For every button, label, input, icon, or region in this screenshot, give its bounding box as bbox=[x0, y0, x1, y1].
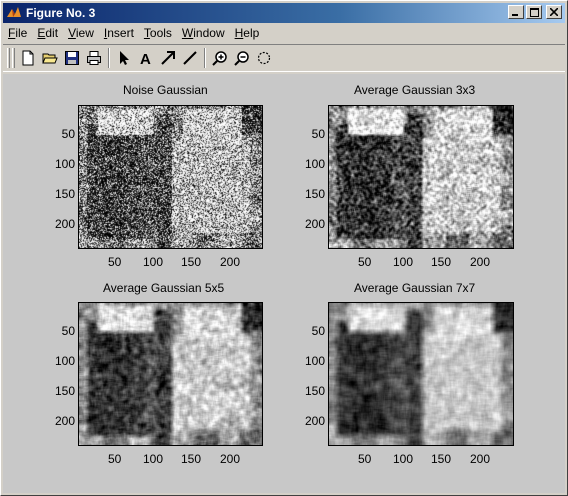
y-tick-label: 50 bbox=[311, 324, 325, 338]
matlab-logo-icon bbox=[7, 7, 21, 17]
x-tick-label: 100 bbox=[393, 452, 414, 466]
zoom-in-icon bbox=[212, 51, 227, 66]
menu-edit[interactable]: Edit bbox=[32, 26, 63, 40]
x-tick-label: 200 bbox=[470, 452, 491, 466]
y-tick-label: 200 bbox=[304, 414, 325, 428]
subplot-title: Average Gaussian 7x7 bbox=[354, 281, 476, 295]
zoom-out-icon bbox=[234, 51, 249, 66]
close-button[interactable] bbox=[546, 5, 562, 19]
toolbar-grip[interactable] bbox=[7, 48, 10, 68]
maximize-icon bbox=[529, 7, 539, 17]
toolbar-grip[interactable] bbox=[12, 48, 15, 68]
arrow-insert-icon bbox=[161, 51, 175, 65]
y-tick-label: 100 bbox=[304, 157, 325, 171]
subplot-image-axes[interactable] bbox=[328, 302, 514, 446]
menu-help[interactable]: Help bbox=[230, 26, 265, 40]
menu-tools[interactable]: Tools bbox=[139, 26, 177, 40]
jar-image bbox=[79, 106, 262, 248]
menu-window[interactable]: Window bbox=[177, 26, 230, 40]
jar-image bbox=[79, 303, 262, 445]
y-tick-label: 200 bbox=[54, 414, 75, 428]
figure-canvas: Noise Gaussian Average Gaussian 3x3 Aver… bbox=[3, 74, 565, 493]
toolbar: A bbox=[3, 44, 565, 72]
y-tick-label: 50 bbox=[311, 127, 325, 141]
save-icon bbox=[65, 51, 79, 65]
subplot-title: Average Gaussian 5x5 bbox=[103, 281, 225, 295]
x-tick-label: 200 bbox=[470, 255, 491, 269]
pointer-icon bbox=[120, 51, 129, 65]
print-icon bbox=[87, 51, 101, 65]
zoom-in-button[interactable] bbox=[209, 47, 231, 69]
title-bar[interactable]: Figure No. 3 bbox=[3, 3, 565, 23]
x-tick-label: 50 bbox=[108, 255, 122, 269]
y-tick-label: 150 bbox=[54, 187, 75, 201]
jar-image bbox=[329, 303, 513, 445]
open-button[interactable] bbox=[39, 47, 61, 69]
close-icon bbox=[550, 8, 558, 16]
toolbar-separator bbox=[204, 48, 206, 68]
x-tick-label: 150 bbox=[431, 452, 452, 466]
y-tick-label: 100 bbox=[54, 354, 75, 368]
open-folder-icon bbox=[42, 53, 58, 64]
menu-bar: File Edit View Insert Tools Window Help bbox=[3, 24, 565, 42]
rotate-button[interactable] bbox=[253, 47, 275, 69]
menu-view[interactable]: View bbox=[63, 26, 99, 40]
subplot-image-axes[interactable] bbox=[78, 105, 263, 249]
x-tick-label: 50 bbox=[358, 452, 372, 466]
x-tick-label: 100 bbox=[143, 255, 164, 269]
y-tick-label: 200 bbox=[304, 217, 325, 231]
text-insert-icon: A bbox=[140, 51, 151, 66]
y-tick-label: 150 bbox=[304, 384, 325, 398]
subplot-title: Average Gaussian 3x3 bbox=[354, 83, 476, 97]
menu-file[interactable]: File bbox=[3, 26, 32, 40]
zoom-out-button[interactable] bbox=[231, 47, 253, 69]
new-file-button[interactable] bbox=[17, 47, 39, 69]
insert-text-button[interactable]: A bbox=[135, 47, 157, 69]
y-tick-label: 50 bbox=[61, 127, 75, 141]
y-tick-label: 150 bbox=[304, 187, 325, 201]
y-tick-label: 100 bbox=[54, 157, 75, 171]
minimize-icon bbox=[512, 14, 518, 16]
subplot-image-axes[interactable] bbox=[328, 105, 514, 249]
x-tick-label: 150 bbox=[181, 255, 202, 269]
jar-image bbox=[329, 106, 513, 248]
x-tick-label: 100 bbox=[143, 452, 164, 466]
x-tick-label: 100 bbox=[393, 255, 414, 269]
y-tick-label: 50 bbox=[61, 324, 75, 338]
y-tick-label: 200 bbox=[54, 217, 75, 231]
maximize-button[interactable] bbox=[526, 5, 542, 19]
x-tick-label: 200 bbox=[220, 255, 241, 269]
new-file-icon bbox=[22, 50, 34, 66]
figure-window: Figure No. 3 File Edit View Insert Tools… bbox=[0, 0, 568, 496]
x-tick-label: 50 bbox=[108, 452, 122, 466]
window-title: Figure No. 3 bbox=[26, 6, 96, 20]
print-button[interactable] bbox=[83, 47, 105, 69]
insert-line-button[interactable] bbox=[179, 47, 201, 69]
subplot-image-axes[interactable] bbox=[78, 302, 263, 446]
toolbar-separator bbox=[108, 48, 110, 68]
svg-text:A: A bbox=[140, 51, 151, 66]
subplot-title: Noise Gaussian bbox=[123, 83, 208, 97]
save-button[interactable] bbox=[61, 47, 83, 69]
menu-insert[interactable]: Insert bbox=[99, 26, 139, 40]
minimize-button[interactable] bbox=[508, 5, 524, 19]
x-tick-label: 50 bbox=[358, 255, 372, 269]
x-tick-label: 150 bbox=[431, 255, 452, 269]
line-insert-icon bbox=[183, 51, 197, 65]
y-tick-label: 150 bbox=[54, 384, 75, 398]
y-tick-label: 100 bbox=[304, 354, 325, 368]
x-tick-label: 200 bbox=[220, 452, 241, 466]
select-button[interactable] bbox=[113, 47, 135, 69]
x-tick-label: 150 bbox=[181, 452, 202, 466]
rotate-icon bbox=[257, 51, 271, 65]
insert-arrow-button[interactable] bbox=[157, 47, 179, 69]
